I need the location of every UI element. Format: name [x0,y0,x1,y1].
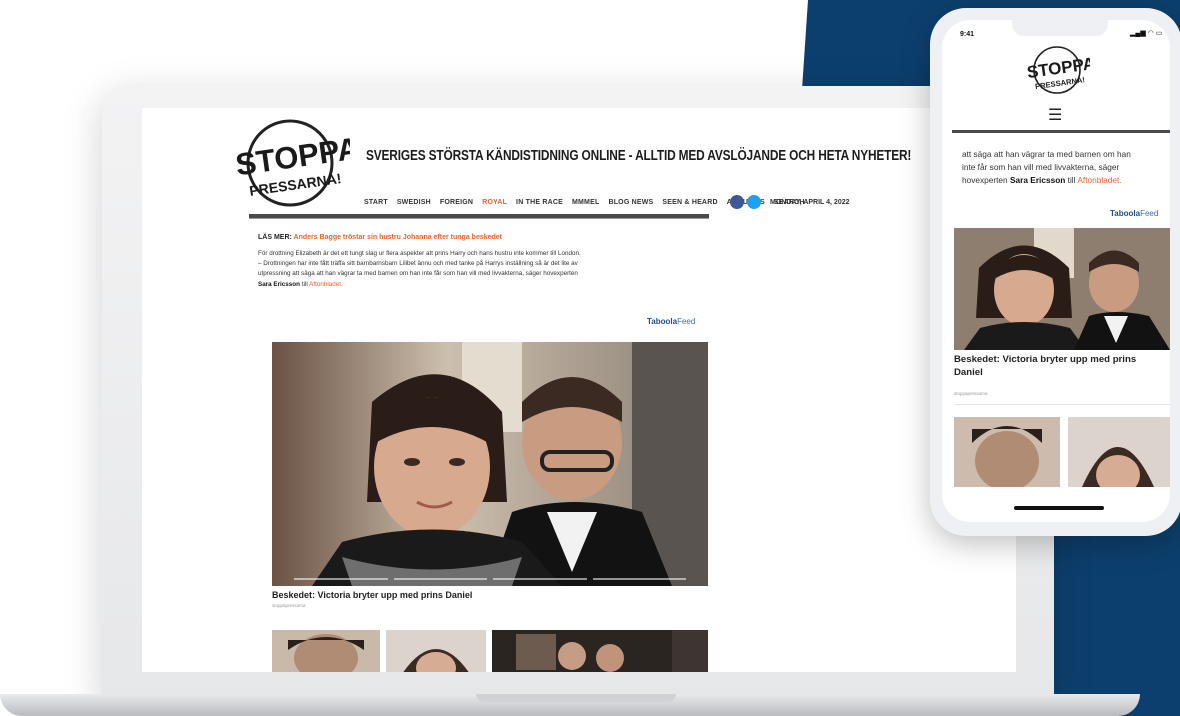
read-more-link[interactable]: Anders Bagge tröstar sin hustru Johanna … [294,234,503,241]
facebook-icon[interactable] [730,195,744,209]
source-link[interactable]: Aftonbladet. [309,281,343,288]
article-line: utpressning att säga att han vägrar ta m… [258,270,578,278]
mobile-taboola-logo[interactable]: TaboolaFeed [1110,209,1158,218]
mobile-expert-name: Sara Ericsson [1009,175,1066,185]
mobile-article-line: inte får som han vill med livvakterna, s… [962,162,1120,172]
stoppa-pressarna-logo-mobile[interactable]: STOPPA PRESSARNA! [1024,44,1090,96]
social-links [730,195,761,209]
taboola-brand: Taboola [647,317,678,326]
nav-item-start[interactable]: START [364,199,388,206]
feed-main-source: stoppapressarna [272,603,306,608]
nav-item-mmmel[interactable]: MMMEL [572,199,599,206]
mobile-article-line: att säga att han vägrar ta med barnen om… [962,149,1131,159]
read-more: LÄS MER: Anders Bagge tröstar sin hustru… [258,234,502,241]
feed-main-caption[interactable]: Beskedet: Victoria bryter upp med prins … [272,590,472,600]
hamburger-menu-icon[interactable]: ☰ [1048,108,1062,124]
laptop-screen: STOPPA PRESSARNA! SVERIGES STÖRSTA KÄNDI… [142,108,1016,672]
photo-progress-dots [294,578,686,580]
article-paragraph: För drottning Elizabeth är det ett tungt… [258,249,698,290]
phone-screen: 9:41 ▂▄▆ ◠ ▭ STOPPA PRESSARNA! ☰ att säg… [942,20,1170,522]
twitter-icon[interactable] [747,195,761,209]
feed-thumbnails[interactable] [272,630,708,672]
status-time: 9:41 [960,31,975,38]
mobile-article-line: hovexperten [962,175,1008,185]
status-icons: ▂▄▆ ◠ ▭ [1130,30,1163,37]
mobile-feed-thumbnails[interactable] [954,417,1170,487]
stoppa-pressarna-logo[interactable]: STOPPA PRESSARNA! [230,116,350,211]
mobile-source-link[interactable]: Aftonbladet. [1077,175,1121,185]
article-line: För drottning Elizabeth är det ett tungt… [258,250,581,257]
feed-main-photo[interactable] [272,342,708,586]
header-rule-thin [249,218,709,219]
article-line: – Drottningen har inte fått träffa sitt … [258,260,578,268]
nav-item-foreign[interactable]: FOREIGN [440,199,473,206]
laptop-notch [476,694,676,702]
nav-item-swedish[interactable]: SWEDISH [397,199,431,206]
mobile-feed-photo[interactable] [954,228,1170,350]
phone-notch [1012,20,1108,36]
nav-item-seen-heard[interactable]: SEEN & HEARD [662,199,717,206]
nav-item-blog-news[interactable]: BLOG NEWS [608,199,653,206]
current-date: MONDAY, APRIL 4, 2022 [770,199,850,206]
expert-name: Sara Ericsson [258,280,301,288]
mobile-taboola-brand: Taboola [1110,209,1141,218]
mobile-article-text: att säga att han vägrar ta med barnen om… [962,148,1162,187]
read-more-label: LÄS MER: [258,234,292,241]
mobile-feed-caption[interactable]: Beskedet: Victoria bryter upp med prins … [954,354,1166,379]
mobile-feed-divider [954,404,1170,405]
nav-item-in-the-race[interactable]: IN THE RACE [516,199,563,206]
mobile-taboola-feed: Feed [1140,209,1159,218]
home-indicator[interactable] [1014,506,1104,510]
site-headline: SVERIGES STÖRSTA KÄNDISTIDNING ONLINE - … [366,148,912,164]
nav-item-royal[interactable]: ROYAL [482,199,507,206]
article-till: till [301,280,308,288]
mobile-article-till: till [1067,175,1076,185]
mobile-feed-source: stoppapressarna [954,391,988,396]
taboola-feed-logo[interactable]: TaboolaFeed [647,317,695,326]
mobile-header-rule [952,130,1170,133]
taboola-feed: Feed [677,317,696,326]
